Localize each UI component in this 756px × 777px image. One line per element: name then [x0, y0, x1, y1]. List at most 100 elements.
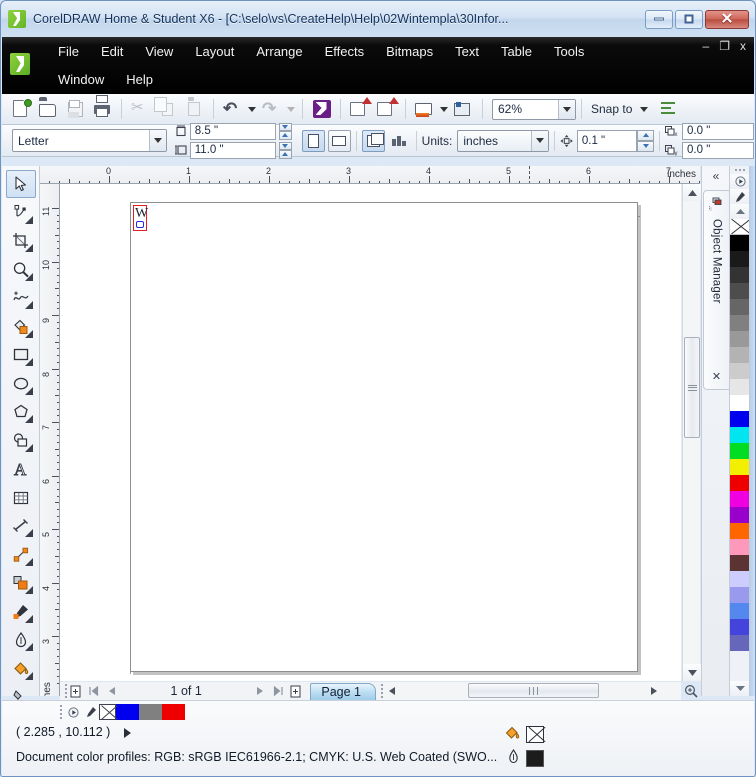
new-document-button[interactable]	[9, 97, 34, 121]
palette-swatch[interactable]	[730, 619, 750, 635]
flyout-indicator[interactable]	[24, 529, 33, 537]
menu-item-text[interactable]: Text	[444, 38, 490, 66]
document-palette-options-button[interactable]	[65, 704, 82, 720]
scroll-down-button[interactable]	[683, 664, 701, 681]
table-tool[interactable]	[6, 484, 36, 512]
palette-swatch[interactable]	[730, 299, 750, 315]
palette-swatch[interactable]	[730, 331, 750, 347]
palette-swatch[interactable]	[730, 523, 750, 539]
mdi-restore-button[interactable]: ❐	[719, 39, 730, 53]
vertical-ruler[interactable]: 11 10 9 8 7 6 5 4 3 inches	[40, 184, 60, 696]
palette-eyedropper-button[interactable]	[730, 189, 750, 204]
docker-close-button[interactable]: ✕	[712, 370, 721, 383]
fill-tool[interactable]	[6, 655, 36, 683]
docker-collapse-button[interactable]: «	[702, 166, 730, 186]
next-page-button[interactable]	[251, 686, 269, 696]
palette-options-button[interactable]	[730, 174, 750, 189]
palette-swatch[interactable]	[730, 635, 750, 651]
minimize-button[interactable]	[645, 9, 673, 29]
expand-status-arrow-icon[interactable]	[123, 727, 131, 738]
flyout-indicator[interactable]	[24, 557, 33, 566]
units-combo[interactable]: inches	[457, 129, 549, 152]
page-height-spinner[interactable]	[278, 141, 292, 159]
menu-item-table[interactable]: Table	[490, 38, 543, 66]
cut-button[interactable]: ✂	[128, 97, 153, 121]
palette-scroll-up-button[interactable]	[730, 204, 750, 219]
fill-swatch-none[interactable]	[526, 726, 544, 743]
flyout-indicator[interactable]	[24, 329, 33, 338]
first-page-button[interactable]	[85, 686, 103, 696]
open-document-button[interactable]	[36, 97, 61, 121]
page-width-up[interactable]	[278, 122, 292, 131]
polygon-tool[interactable]	[6, 398, 36, 426]
menu-item-arrange[interactable]: Arrange	[245, 38, 313, 66]
page-width-spinner[interactable]	[278, 122, 292, 140]
paper-type-dropdown-button[interactable]	[148, 130, 166, 151]
palette-swatch[interactable]	[730, 475, 750, 491]
palette-scroll-down-button[interactable]	[730, 681, 750, 696]
nudge-up[interactable]	[637, 129, 655, 141]
undo-button[interactable]: ↶	[220, 97, 245, 121]
zoom-tool[interactable]	[6, 256, 36, 284]
add-page-after-button[interactable]	[287, 685, 305, 698]
shape-tool[interactable]	[6, 199, 36, 227]
save-document-button[interactable]	[63, 97, 88, 121]
palette-swatch[interactable]	[730, 411, 750, 427]
palette-swatch[interactable]	[730, 251, 750, 267]
palette-swatch[interactable]	[730, 427, 750, 443]
palette-swatch[interactable]	[730, 283, 750, 299]
palette-swatch[interactable]	[730, 507, 750, 523]
palette-swatch[interactable]	[730, 379, 750, 395]
flyout-indicator[interactable]	[24, 272, 33, 281]
flyout-indicator[interactable]	[24, 358, 33, 366]
close-button[interactable]: ✕	[705, 9, 749, 29]
units-dropdown-button[interactable]	[530, 130, 548, 151]
page-height-down[interactable]	[278, 150, 292, 159]
copy-button[interactable]	[155, 97, 180, 121]
flyout-indicator[interactable]	[24, 643, 33, 651]
portrait-orientation-button[interactable]	[301, 129, 325, 152]
basic-shapes-tool[interactable]	[6, 427, 36, 455]
document-palette-eyedropper-button[interactable]	[82, 704, 99, 720]
undo-dropdown-button[interactable]	[246, 97, 258, 121]
ellipse-tool[interactable]	[6, 370, 36, 398]
page-height-up[interactable]	[278, 141, 292, 150]
zoom-to-fit-button[interactable]	[682, 682, 700, 700]
zoom-dropdown-button[interactable]	[558, 99, 575, 119]
palette-swatch[interactable]	[730, 395, 750, 411]
palette-swatch[interactable]	[730, 571, 750, 587]
selected-object[interactable]: W	[133, 205, 148, 231]
horizontal-scrollbar[interactable]	[383, 682, 681, 700]
nudge-offset-field[interactable]: 0.1 "	[576, 129, 638, 152]
import-button[interactable]	[347, 97, 372, 121]
redo-dropdown-button[interactable]	[285, 97, 297, 121]
add-page-before-button[interactable]	[67, 685, 85, 698]
palette-swatch[interactable]	[730, 603, 750, 619]
straight-line-connector-tool[interactable]	[6, 541, 36, 569]
all-pages-button[interactable]	[361, 129, 385, 152]
doc-swatch-none[interactable]	[99, 704, 116, 720]
palette-swatch[interactable]	[730, 347, 750, 363]
palette-swatch[interactable]	[730, 443, 750, 459]
snap-to-dropdown-button[interactable]	[638, 97, 650, 121]
palette-swatch[interactable]	[730, 587, 750, 603]
outline-swatch-black[interactable]	[526, 750, 544, 767]
vertical-scroll-thumb[interactable]	[684, 337, 700, 438]
menu-item-bitmaps[interactable]: Bitmaps	[375, 38, 444, 66]
palette-swatch[interactable]	[730, 267, 750, 283]
blend-tool[interactable]	[6, 569, 36, 597]
landscape-orientation-button[interactable]	[327, 129, 351, 152]
menu-item-tools[interactable]: Tools	[543, 38, 595, 66]
menu-item-file[interactable]: File	[47, 38, 90, 66]
pick-tool[interactable]	[5, 170, 36, 198]
flyout-indicator[interactable]	[24, 301, 33, 309]
page-width-down[interactable]	[278, 131, 292, 140]
menu-item-window[interactable]: Window	[47, 66, 115, 94]
flyout-indicator[interactable]	[24, 671, 33, 680]
horizontal-scroll-thumb[interactable]	[468, 683, 599, 698]
application-launcher-button[interactable]	[451, 97, 476, 121]
scroll-right-button[interactable]	[645, 686, 663, 696]
export-button[interactable]	[374, 97, 399, 121]
palette-swatch[interactable]	[730, 315, 750, 331]
flyout-indicator[interactable]	[24, 386, 33, 395]
